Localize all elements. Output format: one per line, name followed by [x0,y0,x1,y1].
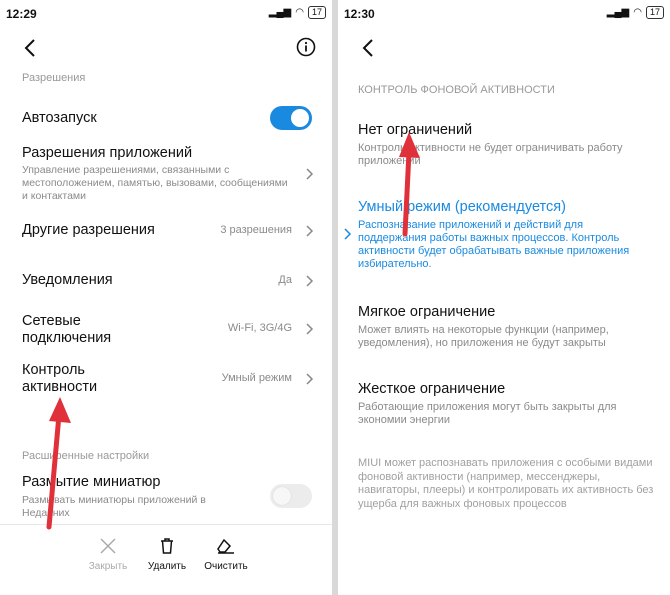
status-icons: ▂▄▆ ◠ 17 [269,6,326,19]
chevron-right-icon [306,373,314,385]
toggle-knob [291,109,309,127]
chevron-right-icon [306,225,314,237]
network-value: Wi-Fi, 3G/4G [227,322,292,334]
option-subtitle: Работающие приложения могут быть закрыты… [358,401,617,426]
status-bar: 12:29 ▂▄▆ ◠ 17 [0,0,332,26]
battery-icon: 17 [645,6,664,19]
status-bar: 12:30 ▂▄▆ ◠ 17 [338,0,670,26]
chevron-right-icon [306,323,314,335]
delete-label: Удалить [147,561,187,572]
selected-indicator-icon [344,228,352,240]
miui-note: MIUI может распознавать приложения с осо… [358,457,654,510]
status-time: 12:29 [6,7,37,21]
option-title: Жесткое ограничение [358,381,506,397]
close-button[interactable]: Закрыть [78,537,138,572]
option-title: Умный режим (рекомендуется) [358,199,566,215]
signal-icon: ▂▄▆ [268,7,292,18]
signal-icon: ▂▄▆ [606,7,630,18]
section-permissions: Разрешения [22,72,86,84]
network-row[interactable]: Сетевые подключения Wi-Fi, 3G/4G [22,313,314,349]
app-permissions-subtitle: Управление разрешениями, связанными с ме… [22,164,288,202]
wifi-icon: ◠ [633,7,642,18]
status-icons: ▂▄▆ ◠ 17 [607,6,664,19]
activity-control-value: Умный режим [221,372,292,384]
notifications-title: Уведомления [22,272,113,288]
option-subtitle: Может влиять на некоторые функции (напри… [358,324,609,349]
toggle-knob [273,487,291,505]
option-no-restrictions[interactable]: Нет ограничений Контроль активности не б… [358,122,654,168]
delete-button[interactable]: Удалить [137,537,197,572]
info-icon[interactable] [296,37,316,57]
chevron-right-icon [306,168,314,180]
option-subtitle: Контроль активности не будет ограничиват… [358,142,623,167]
activity-control-row[interactable]: Контроль активности Умный режим [22,362,314,398]
app-permissions-row[interactable]: Разрешения приложений Управление разреше… [22,145,314,203]
section-advanced: Расширенные настройки [22,450,150,462]
option-subtitle: Распознавание приложений и действий для … [358,219,630,270]
option-soft-restriction[interactable]: Мягкое ограничение Может влиять на некот… [358,304,654,350]
status-time: 12:30 [344,7,375,21]
notifications-row[interactable]: Уведомления Да [22,272,314,292]
app-permissions-title: Разрешения приложений [22,145,193,161]
close-label: Закрыть [88,561,128,572]
notifications-value: Да [278,274,292,286]
blur-thumbnails-toggle[interactable] [270,484,312,508]
wifi-icon: ◠ [295,7,304,18]
other-permissions-row[interactable]: Другие разрешения 3 разрешения [22,222,314,242]
bottom-action-bar: Закрыть Удалить Очистить [0,524,332,595]
chevron-right-icon [306,275,314,287]
other-permissions-value: 3 разрешения [220,224,292,236]
option-title: Мягкое ограничение [358,304,496,320]
eraser-icon [217,538,234,554]
clear-label: Очистить [204,561,248,572]
section-background-activity: КОНТРОЛЬ ФОНОВОЙ АКТИВНОСТИ [358,84,555,96]
left-screen: 12:29 ▂▄▆ ◠ 17 Разрешения Автозапуск Раз… [0,0,332,595]
network-title: Сетевые подключения [22,313,112,346]
close-icon [100,538,116,554]
trash-icon [161,538,173,554]
option-title: Нет ограничений [358,122,473,138]
back-arrow-icon[interactable] [358,36,378,60]
activity-control-title: Контроль активности [22,362,98,395]
back-arrow-icon[interactable] [20,36,40,60]
clear-button[interactable]: Очистить [196,537,256,572]
battery-icon: 17 [307,6,326,19]
right-screen: 12:30 ▂▄▆ ◠ 17 КОНТРОЛЬ ФОНОВОЙ АКТИВНОС… [338,0,670,595]
option-hard-restriction[interactable]: Жесткое ограничение Работающие приложени… [358,381,654,427]
autostart-toggle[interactable] [270,106,312,130]
blur-thumbnails-title: Размытие миниатюр [22,474,161,490]
option-smart-mode[interactable]: Умный режим (рекомендуется) Распознавани… [358,199,654,271]
